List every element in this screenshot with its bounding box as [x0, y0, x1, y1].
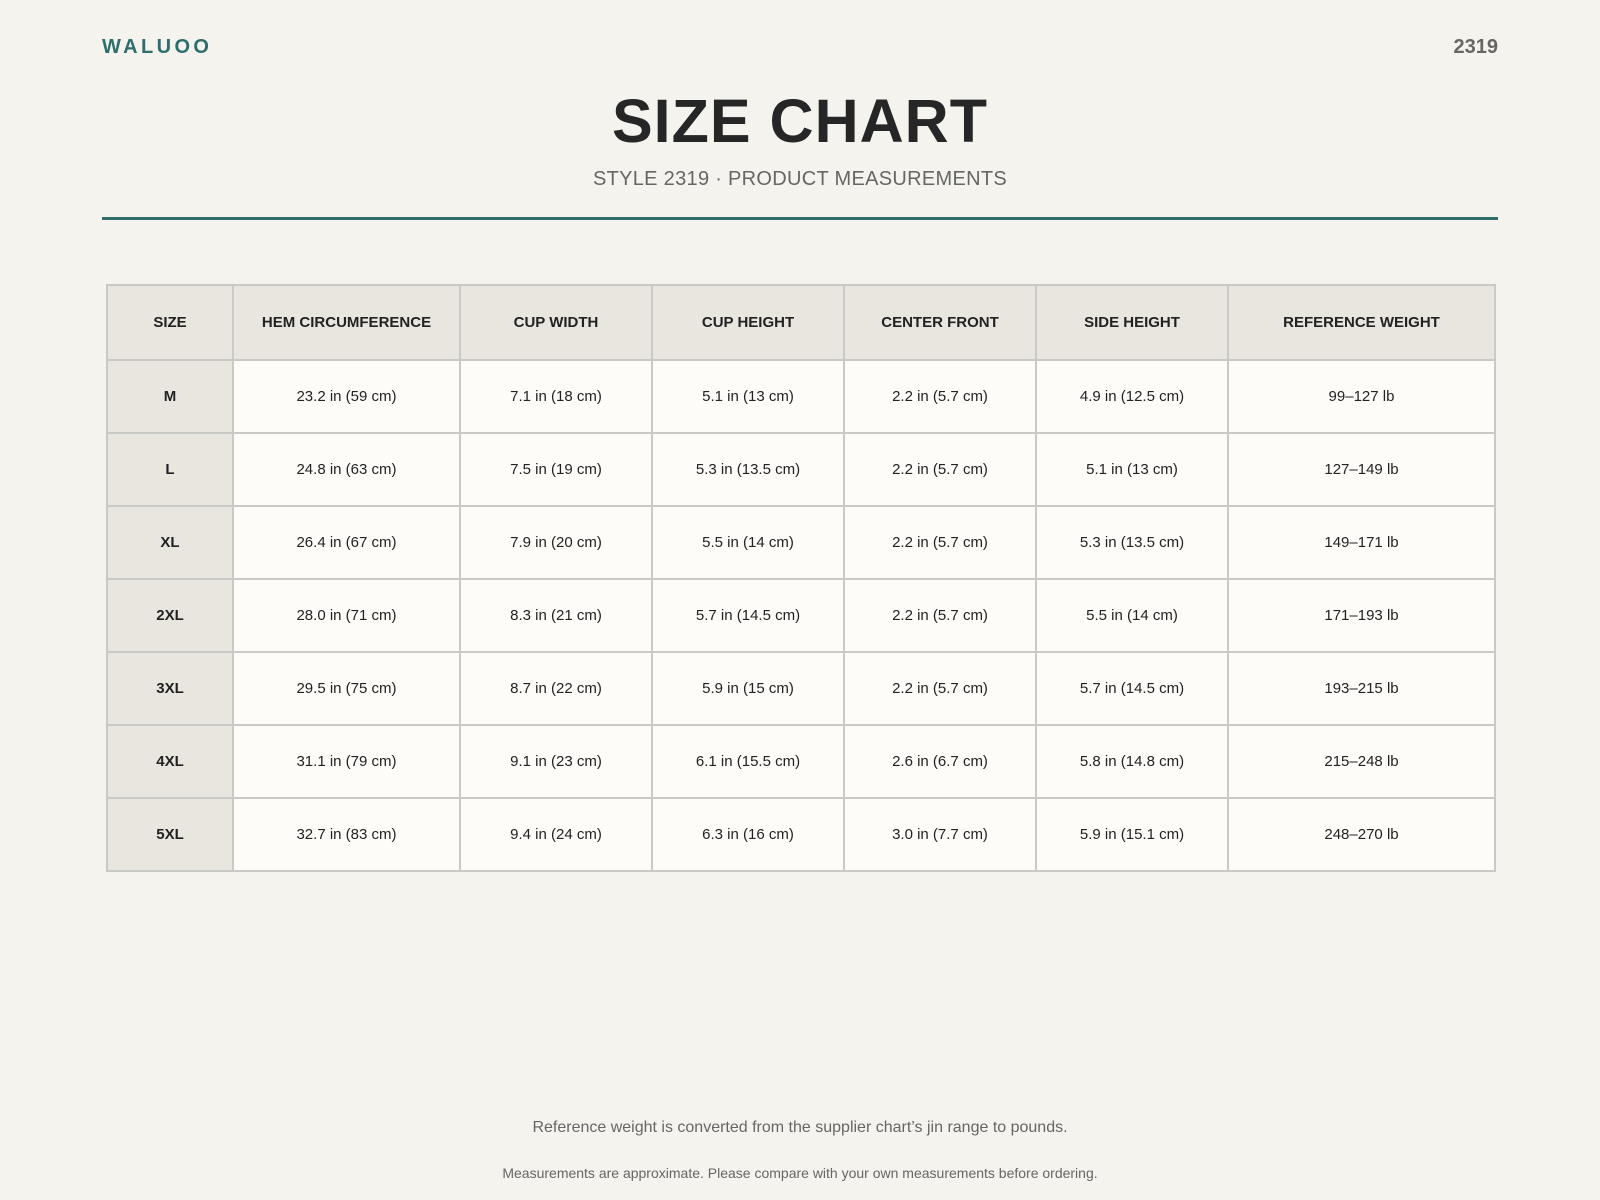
column-header: CUP WIDTH [459, 284, 653, 361]
column-header: CENTER FRONT [843, 284, 1037, 361]
table-cell: 3.0 in (7.7 cm) [843, 797, 1037, 872]
table-cell: 2.2 in (5.7 cm) [843, 651, 1037, 726]
table-cell: 5.5 in (14 cm) [1035, 578, 1229, 653]
table-cell: 5.3 in (13.5 cm) [651, 432, 845, 507]
column-header: CUP HEIGHT [651, 284, 845, 361]
table-cell: 9.1 in (23 cm) [459, 724, 653, 799]
table-row: M 23.2 in (59 cm) 7.1 in (18 cm) 5.1 in … [106, 359, 1496, 434]
table-row: 2XL 28.0 in (71 cm) 8.3 in (21 cm) 5.7 i… [106, 578, 1496, 653]
page-title: SIZE CHART [612, 87, 988, 155]
table-row: 4XL 31.1 in (79 cm) 9.1 in (23 cm) 6.1 i… [106, 724, 1496, 799]
size-label: 4XL [106, 724, 234, 799]
table-cell: 5.3 in (13.5 cm) [1035, 505, 1229, 580]
table-cell: 149–171 lb [1227, 505, 1496, 580]
table-cell: 8.3 in (21 cm) [459, 578, 653, 653]
column-header: HEM CIRCUMFERENCE [232, 284, 461, 361]
column-header: SIDE HEIGHT [1035, 284, 1229, 361]
table-cell: 4.9 in (12.5 cm) [1035, 359, 1229, 434]
brand-logo: WALUOO [102, 36, 213, 58]
size-chart-table: SIZE HEM CIRCUMFERENCE CUP WIDTH CUP HEI… [106, 284, 1496, 872]
table-cell: 9.4 in (24 cm) [459, 797, 653, 872]
size-label: 2XL [106, 578, 234, 653]
table-cell: 26.4 in (67 cm) [232, 505, 461, 580]
table-row: 3XL 29.5 in (75 cm) 8.7 in (22 cm) 5.9 i… [106, 651, 1496, 726]
table-header-row: SIZE HEM CIRCUMFERENCE CUP WIDTH CUP HEI… [106, 284, 1496, 361]
table-cell: 5.7 in (14.5 cm) [651, 578, 845, 653]
page-subtitle: STYLE 2319 · PRODUCT MEASUREMENTS [592, 168, 1008, 190]
table-cell: 7.9 in (20 cm) [459, 505, 653, 580]
table-cell: 32.7 in (83 cm) [232, 797, 461, 872]
table-cell: 2.2 in (5.7 cm) [843, 432, 1037, 507]
style-code: 2319 [1453, 36, 1499, 58]
table-cell: 171–193 lb [1227, 578, 1496, 653]
table-cell: 7.1 in (18 cm) [459, 359, 653, 434]
measurement-disclaimer: Measurements are approximate. Please com… [502, 1165, 1098, 1181]
table-cell: 215–248 lb [1227, 724, 1496, 799]
table-cell: 5.5 in (14 cm) [651, 505, 845, 580]
size-label: 3XL [106, 651, 234, 726]
table-cell: 5.1 in (13 cm) [1035, 432, 1229, 507]
column-header: SIZE [106, 284, 234, 361]
table-cell: 5.7 in (14.5 cm) [1035, 651, 1229, 726]
table-cell: 5.9 in (15.1 cm) [1035, 797, 1229, 872]
table-cell: 31.1 in (79 cm) [232, 724, 461, 799]
column-header: REFERENCE WEIGHT [1227, 284, 1496, 361]
table-cell: 8.7 in (22 cm) [459, 651, 653, 726]
table-cell: 28.0 in (71 cm) [232, 578, 461, 653]
table-cell: 24.8 in (63 cm) [232, 432, 461, 507]
table-cell: 127–149 lb [1227, 432, 1496, 507]
table-cell: 99–127 lb [1227, 359, 1496, 434]
weight-conversion-note: Reference weight is converted from the s… [532, 1119, 1068, 1136]
size-label: M [106, 359, 234, 434]
size-label: XL [106, 505, 234, 580]
table-row: L 24.8 in (63 cm) 7.5 in (19 cm) 5.3 in … [106, 432, 1496, 507]
table-cell: 248–270 lb [1227, 797, 1496, 872]
table-cell: 2.2 in (5.7 cm) [843, 578, 1037, 653]
table-cell: 2.6 in (6.7 cm) [843, 724, 1037, 799]
table-cell: 7.5 in (19 cm) [459, 432, 653, 507]
table-cell: 5.9 in (15 cm) [651, 651, 845, 726]
table-cell: 2.2 in (5.7 cm) [843, 505, 1037, 580]
table-cell: 6.3 in (16 cm) [651, 797, 845, 872]
header-divider [102, 217, 1498, 220]
table-cell: 2.2 in (5.7 cm) [843, 359, 1037, 434]
table-cell: 23.2 in (59 cm) [232, 359, 461, 434]
table-cell: 29.5 in (75 cm) [232, 651, 461, 726]
size-label: 5XL [106, 797, 234, 872]
table-cell: 5.1 in (13 cm) [651, 359, 845, 434]
table-row: 5XL 32.7 in (83 cm) 9.4 in (24 cm) 6.3 i… [106, 797, 1496, 872]
table-cell: 5.8 in (14.8 cm) [1035, 724, 1229, 799]
table-cell: 6.1 in (15.5 cm) [651, 724, 845, 799]
table-cell: 193–215 lb [1227, 651, 1496, 726]
table-row: XL 26.4 in (67 cm) 7.9 in (20 cm) 5.5 in… [106, 505, 1496, 580]
size-label: L [106, 432, 234, 507]
